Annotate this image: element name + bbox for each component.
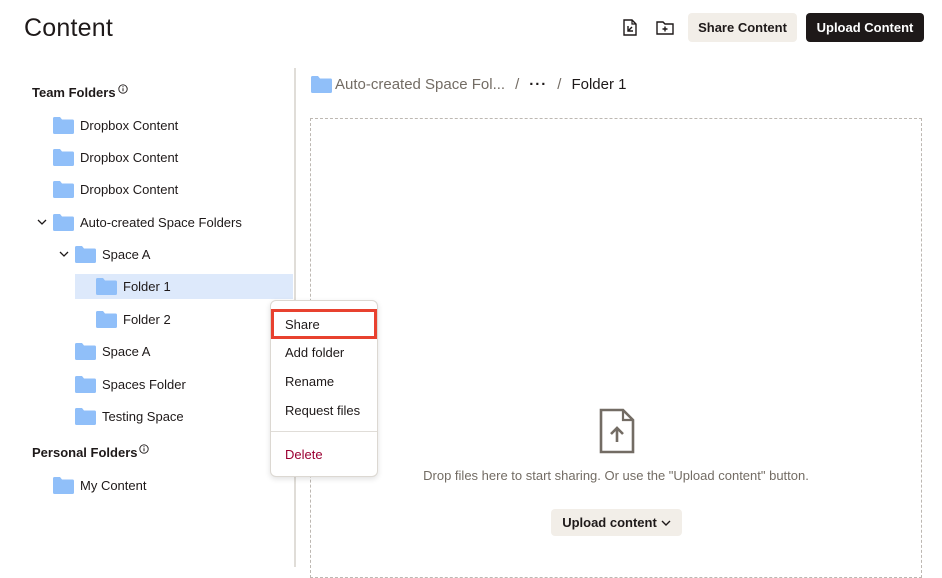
upload-content-label: Upload content xyxy=(562,515,657,530)
sidebar-item-label: Dropbox Content xyxy=(80,182,179,197)
breadcrumb-root[interactable]: Auto-created Space Fol... xyxy=(311,75,506,93)
sidebar-item-folder-1[interactable]: Folder 1 xyxy=(75,274,293,299)
sidebar-item-label: My Content xyxy=(80,478,147,493)
sidebar-item-space-a-2[interactable]: Space A xyxy=(75,339,150,364)
sidebar-item-label: Spaces Folder xyxy=(102,377,186,392)
breadcrumb: Auto-created Space Fol... / ··· / Folder… xyxy=(311,73,626,95)
sidebar-item-spaces-folder[interactable]: Spaces Folder xyxy=(75,372,186,397)
share-content-button[interactable]: Share Content xyxy=(688,13,797,42)
sidebar-item-auto-created-space-folders[interactable]: Auto-created Space Folders xyxy=(53,210,242,235)
chevron-down-icon[interactable] xyxy=(37,217,47,227)
context-menu-add-folder[interactable]: Add folder xyxy=(271,339,377,365)
sidebar-item-label: Folder 1 xyxy=(123,279,171,294)
context-menu-rename[interactable]: Rename xyxy=(271,368,377,394)
menu-item-label: Rename xyxy=(285,373,335,389)
sidebar-item-my-content[interactable]: My Content xyxy=(53,473,146,498)
sidebar-item-testing-space[interactable]: Testing Space xyxy=(75,404,184,429)
new-folder-icon[interactable] xyxy=(655,17,675,37)
folder-icon xyxy=(96,311,117,328)
personal-folders-heading: Personal Folders xyxy=(32,443,150,460)
sidebar-item-label: Folder 2 xyxy=(123,312,171,327)
folder-icon xyxy=(75,246,96,263)
context-menu: Share Add folder Rename Request files De… xyxy=(270,300,378,477)
info-icon[interactable] xyxy=(139,443,150,454)
drop-zone-message: Drop files here to start sharing. Or use… xyxy=(423,468,809,483)
sidebar-item-label: Space A xyxy=(102,247,151,262)
menu-divider xyxy=(271,431,377,432)
context-menu-delete[interactable]: Delete xyxy=(271,441,377,467)
sidebar-item-folder-2[interactable]: Folder 2 xyxy=(96,307,171,332)
sidebar-item-label: Space A xyxy=(102,344,151,359)
sidebar-item-dropbox-content-2[interactable]: Dropbox Content xyxy=(53,145,178,170)
breadcrumb-separator: / xyxy=(515,75,520,93)
context-menu-share[interactable]: Share xyxy=(271,309,377,339)
sidebar-item-dropbox-content-1[interactable]: Dropbox Content xyxy=(53,113,178,138)
breadcrumb-separator: / xyxy=(557,75,562,93)
new-file-icon[interactable] xyxy=(620,17,640,37)
page-title: Content xyxy=(24,14,113,42)
folder-icon xyxy=(311,75,332,93)
breadcrumb-ellipsis[interactable]: ··· xyxy=(529,76,547,93)
folder-icon xyxy=(75,343,96,360)
upload-content-dropdown-button[interactable]: Upload content xyxy=(551,509,682,536)
folder-icon xyxy=(53,181,74,198)
breadcrumb-current: Folder 1 xyxy=(571,75,627,93)
personal-folders-label: Personal Folders xyxy=(32,445,138,460)
folder-icon xyxy=(53,149,74,166)
upload-file-icon xyxy=(598,408,636,454)
folder-icon xyxy=(75,376,96,393)
team-folders-label: Team Folders xyxy=(32,85,116,100)
menu-item-label: Share xyxy=(285,316,320,332)
sidebar-item-label: Dropbox Content xyxy=(80,118,179,133)
upload-content-button[interactable]: Upload Content xyxy=(806,13,924,42)
sidebar-item-label: Auto-created Space Folders xyxy=(80,215,242,230)
sidebar-item-label: Dropbox Content xyxy=(80,150,179,165)
chevron-down-icon xyxy=(661,520,671,526)
folder-icon xyxy=(53,214,74,231)
team-folders-heading: Team Folders xyxy=(32,83,128,100)
menu-item-label: Delete xyxy=(285,446,323,462)
menu-item-label: Request files xyxy=(285,402,361,418)
folder-icon xyxy=(96,278,117,295)
breadcrumb-root-label: Auto-created Space Fol... xyxy=(335,75,506,93)
menu-item-label: Add folder xyxy=(285,344,345,360)
folder-icon xyxy=(53,117,74,134)
sidebar-item-label: Testing Space xyxy=(102,409,184,424)
sidebar-item-space-a[interactable]: Space A xyxy=(75,242,150,267)
sidebar-item-dropbox-content-3[interactable]: Dropbox Content xyxy=(53,177,178,202)
folder-icon xyxy=(53,477,74,494)
info-icon[interactable] xyxy=(117,83,128,94)
context-menu-request-files[interactable]: Request files xyxy=(271,397,377,423)
folder-icon xyxy=(75,408,96,425)
chevron-down-icon[interactable] xyxy=(59,249,69,259)
